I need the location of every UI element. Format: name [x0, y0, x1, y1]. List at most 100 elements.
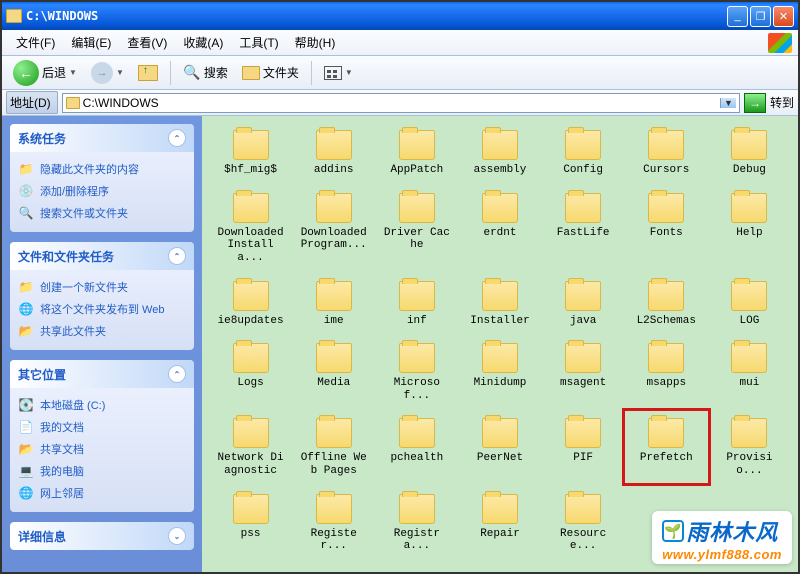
task-link[interactable]: 💻我的电脑 [18, 460, 186, 482]
task-link[interactable]: 💿添加/删除程序 [18, 180, 186, 202]
up-directory-button[interactable] [133, 62, 163, 84]
folder-item[interactable]: Fonts [626, 191, 707, 267]
menu-item-2[interactable]: 查看(V) [119, 31, 175, 54]
folder-view[interactable]: $hf_mig$addinsAppPatchassemblyConfigCurs… [202, 116, 798, 572]
watermark-url: www.ylmf888.com [662, 547, 782, 562]
folder-item[interactable]: Cursors [626, 128, 707, 179]
panel-header[interactable]: 其它位置 ⌃ [10, 360, 194, 388]
task-label: 网上邻居 [40, 485, 84, 501]
folder-item[interactable]: mui [709, 341, 790, 404]
folder-item[interactable]: Config [543, 128, 624, 179]
panel-file-folder-tasks: 文件和文件夹任务 ⌃ 📁创建一个新文件夹🌐将这个文件夹发布到 Web📂共享此文件… [10, 242, 194, 350]
folder-item[interactable]: Downloaded Installa... [210, 191, 291, 267]
back-button[interactable]: ← 后退 ▼ [8, 57, 82, 89]
task-icon: 📂 [18, 323, 34, 339]
address-input[interactable]: C:\WINDOWS ▼ [62, 93, 740, 113]
folder-item[interactable]: Driver Cache [376, 191, 457, 267]
folder-item[interactable]: LOG [709, 279, 790, 330]
folder-item[interactable]: ime [293, 279, 374, 330]
folder-item[interactable]: Resource... [543, 492, 624, 555]
folder-item[interactable]: addins [293, 128, 374, 179]
folder-item[interactable]: msapps [626, 341, 707, 404]
folder-item[interactable]: Downloaded Program... [293, 191, 374, 267]
folder-label: Microsof... [381, 377, 453, 402]
folder-item[interactable]: Registra... [376, 492, 457, 555]
folder-label: Prefetch [640, 452, 693, 465]
back-label: 后退 [42, 64, 66, 81]
folder-item[interactable]: Register... [293, 492, 374, 555]
folder-item[interactable]: PeerNet [459, 416, 540, 479]
folder-icon [565, 418, 601, 448]
folder-item[interactable]: Media [293, 341, 374, 404]
windows-flag-icon [768, 33, 792, 53]
task-link[interactable]: 🌐将这个文件夹发布到 Web [18, 298, 186, 320]
close-button[interactable]: ✕ [773, 6, 794, 27]
folder-item[interactable]: Prefetch [626, 416, 707, 479]
panel-header[interactable]: 详细信息 ⌄ [10, 522, 194, 550]
folder-item[interactable]: Installer [459, 279, 540, 330]
folder-label: msagent [560, 377, 606, 390]
folder-item[interactable]: msagent [543, 341, 624, 404]
chevron-down-icon: ⌄ [168, 527, 186, 545]
menu-item-0[interactable]: 文件(F) [8, 31, 63, 54]
task-link[interactable]: 📂共享文档 [18, 438, 186, 460]
search-label: 搜索 [204, 64, 228, 81]
task-link[interactable]: 🌐网上邻居 [18, 482, 186, 504]
folder-item[interactable]: FastLife [543, 191, 624, 267]
task-link[interactable]: 📁创建一个新文件夹 [18, 276, 186, 298]
folder-label: Media [317, 377, 350, 390]
folder-item[interactable]: Provisio... [709, 416, 790, 479]
folder-item[interactable]: Repair [459, 492, 540, 555]
folder-icon [316, 130, 352, 160]
folder-label: mui [740, 377, 760, 390]
folder-item[interactable]: Debug [709, 128, 790, 179]
folder-item[interactable]: pss [210, 492, 291, 555]
folder-icon [482, 281, 518, 311]
forward-arrow-icon: → [91, 62, 113, 84]
task-link[interactable]: 🔍搜索文件或文件夹 [18, 202, 186, 224]
task-link[interactable]: 📄我的文档 [18, 416, 186, 438]
folder-icon [66, 97, 80, 109]
folder-item[interactable]: Network Diagnostic [210, 416, 291, 479]
folder-item[interactable]: erdnt [459, 191, 540, 267]
minimize-button[interactable]: _ [727, 6, 748, 27]
folder-label: Downloaded Program... [298, 227, 370, 252]
task-link[interactable]: 📂共享此文件夹 [18, 320, 186, 342]
go-button[interactable]: → [744, 93, 766, 113]
folder-item[interactable]: L2Schemas [626, 279, 707, 330]
view-button[interactable]: ▼ [319, 63, 358, 83]
folder-item[interactable]: pchealth [376, 416, 457, 479]
folder-item[interactable]: AppPatch [376, 128, 457, 179]
folder-item[interactable]: Help [709, 191, 790, 267]
go-label: 转到 [770, 94, 794, 111]
folder-item[interactable]: assembly [459, 128, 540, 179]
folder-item[interactable]: Minidump [459, 341, 540, 404]
folder-item[interactable]: inf [376, 279, 457, 330]
folder-item[interactable]: ie8updates [210, 279, 291, 330]
address-dropdown[interactable]: ▼ [720, 98, 736, 108]
folder-label: msapps [646, 377, 686, 390]
watermark-logo-icon: 🌱 [662, 520, 684, 542]
task-link[interactable]: 📁隐藏此文件夹的内容 [18, 158, 186, 180]
task-link[interactable]: 💽本地磁盘 (C:) [18, 394, 186, 416]
task-icon: 🔍 [18, 205, 34, 221]
search-button[interactable]: 搜索 [178, 61, 233, 85]
maximize-button[interactable]: ❐ [750, 6, 771, 27]
folder-item[interactable]: Offline Web Pages [293, 416, 374, 479]
menu-item-3[interactable]: 收藏(A) [175, 31, 231, 54]
folder-item[interactable]: Microsof... [376, 341, 457, 404]
menu-item-5[interactable]: 帮助(H) [287, 31, 344, 54]
panel-header[interactable]: 系统任务 ⌃ [10, 124, 194, 152]
panel-header[interactable]: 文件和文件夹任务 ⌃ [10, 242, 194, 270]
menu-item-1[interactable]: 编辑(E) [63, 31, 119, 54]
forward-button[interactable]: → ▼ [86, 59, 129, 87]
task-label: 添加/删除程序 [40, 183, 109, 199]
menu-item-4[interactable]: 工具(T) [231, 31, 286, 54]
folder-item[interactable]: PIF [543, 416, 624, 479]
folders-button[interactable]: 文件夹 [237, 61, 304, 84]
folder-label: pchealth [390, 452, 443, 465]
folder-item[interactable]: java [543, 279, 624, 330]
folder-item[interactable]: Logs [210, 341, 291, 404]
folder-icon [565, 343, 601, 373]
folder-item[interactable]: $hf_mig$ [210, 128, 291, 179]
